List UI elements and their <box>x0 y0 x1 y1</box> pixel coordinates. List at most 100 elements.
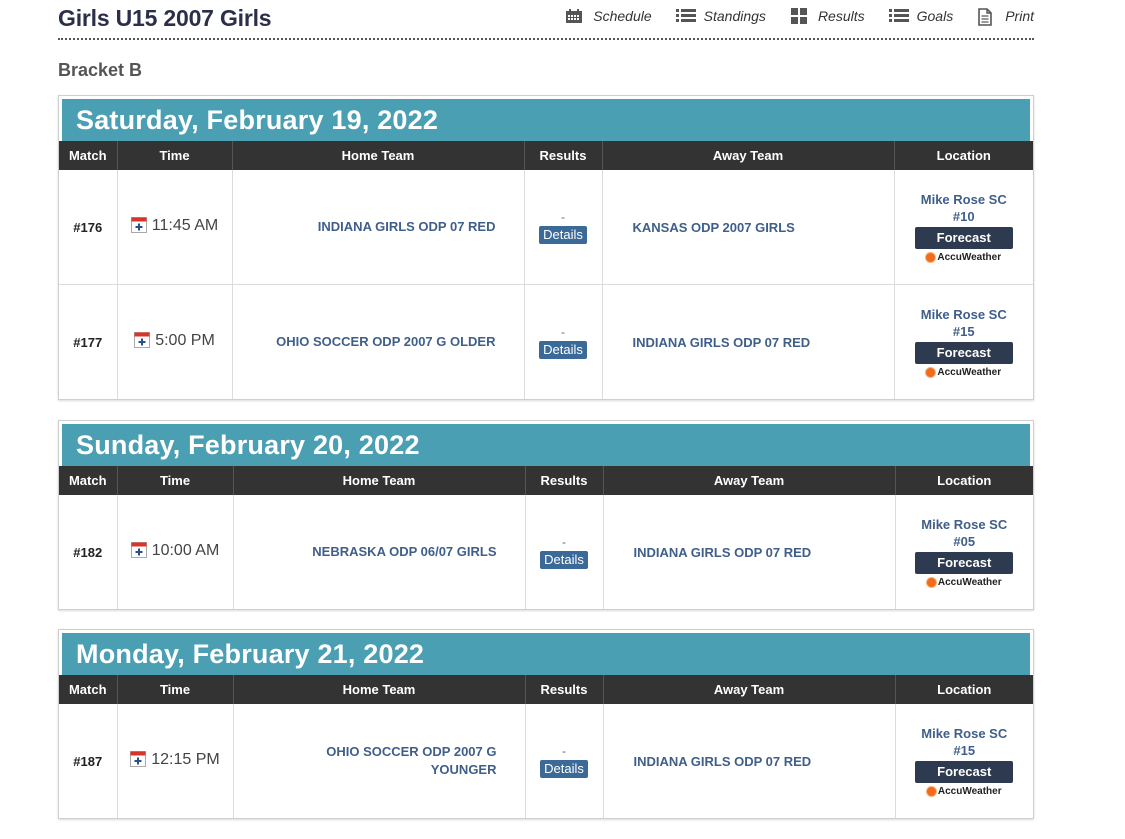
table-header-row: Match Time Home Team Results Away Team L… <box>59 141 1033 170</box>
table-header-row: Match Time Home Team Results Away Team L… <box>59 675 1033 704</box>
page-header: Girls U15 2007 Girls Schedule Standings … <box>58 0 1034 40</box>
add-to-calendar-icon[interactable] <box>130 750 147 767</box>
match-number: #176 <box>59 170 118 285</box>
away-team-link[interactable]: INDIANA GIRLS ODP 07 RED <box>603 704 896 818</box>
nav-print-label: Print <box>1005 8 1034 24</box>
home-team-link[interactable]: NEBRASKA ODP 06/07 GIRLS <box>233 495 526 609</box>
schedule-table: Match Time Home Team Results Away Team L… <box>59 466 1033 609</box>
home-team-line2: YOUNGER <box>430 762 497 777</box>
location-link[interactable]: Mike Rose SC #15 <box>895 306 1034 340</box>
col-home-team: Home Team <box>232 141 525 170</box>
location-link[interactable]: Mike Rose SC #15 <box>896 725 1034 759</box>
game-score: - <box>562 744 566 758</box>
add-to-calendar-icon[interactable] <box>130 541 147 558</box>
location-name: Mike Rose SC <box>921 726 1008 741</box>
accuweather-logo: AccuWeather <box>896 786 1034 797</box>
list-icon <box>888 8 909 24</box>
col-results: Results <box>525 675 604 704</box>
results-cell: - Details <box>524 284 603 399</box>
field-number: #05 <box>953 534 976 549</box>
field-number: #15 <box>953 743 976 758</box>
location-cell: Mike Rose SC #15 Forecast AccuWeather <box>894 285 1033 400</box>
details-button[interactable]: Details <box>540 760 588 778</box>
nav-results-label: Results <box>817 8 865 24</box>
col-away-team: Away Team <box>602 141 895 170</box>
location-name: Mike Rose SC <box>920 192 1007 207</box>
nav-schedule[interactable]: Schedule <box>565 8 652 24</box>
table-row: #187 12:15 PM OHIO SOCCER ODP 2007 G YOU… <box>59 704 1033 818</box>
col-location: Location <box>894 141 1033 170</box>
time-cell: 5:00 PM <box>117 284 233 399</box>
match-number: #177 <box>59 284 118 399</box>
results-cell: - Details <box>525 704 604 818</box>
game-time: 10:00 AM <box>151 541 220 559</box>
col-time: Time <box>117 141 233 170</box>
schedule-table: Match Time Home Team Results Away Team L… <box>59 675 1033 818</box>
schedule-table: Match Time Home Team Results Away Team L… <box>59 141 1033 399</box>
day-block: Saturday, February 19, 2022 Match Time H… <box>58 95 1034 400</box>
home-team-link[interactable]: OHIO SOCCER ODP 2007 G OLDER <box>232 284 525 399</box>
col-time: Time <box>117 675 234 704</box>
home-team-link[interactable]: OHIO SOCCER ODP 2007 G YOUNGER <box>233 704 526 818</box>
forecast-button[interactable]: Forecast <box>915 552 1014 574</box>
day-header: Sunday, February 20, 2022 <box>62 424 1030 466</box>
match-number: #187 <box>59 704 118 818</box>
location-name: Mike Rose SC <box>920 307 1007 322</box>
forecast-button[interactable]: Forecast <box>914 342 1013 364</box>
col-match: Match <box>59 141 118 170</box>
sun-icon <box>926 787 936 796</box>
results-cell: - Details <box>525 495 604 609</box>
field-number: #10 <box>952 209 975 224</box>
game-score: - <box>561 325 565 339</box>
page-title: Girls U15 2007 Girls <box>58 5 272 31</box>
nav-standings[interactable]: Standings <box>675 8 766 24</box>
away-team-link[interactable]: KANSAS ODP 2007 GIRLS <box>602 170 895 285</box>
col-results: Results <box>525 466 604 495</box>
accuweather-label: AccuWeather <box>937 252 1002 263</box>
add-to-calendar-icon[interactable] <box>130 216 147 233</box>
accuweather-label: AccuWeather <box>937 367 1002 378</box>
match-number: #182 <box>59 495 118 609</box>
game-time: 11:45 AM <box>151 216 219 234</box>
details-button[interactable]: Details <box>540 551 588 569</box>
location-link[interactable]: Mike Rose SC #05 <box>896 516 1034 550</box>
away-team-link[interactable]: INDIANA GIRLS ODP 07 RED <box>602 284 895 399</box>
day-block: Sunday, February 20, 2022 Match Time Hom… <box>58 420 1034 610</box>
sun-icon <box>926 578 936 587</box>
accuweather-logo: AccuWeather <box>895 252 1034 263</box>
bracket-title: Bracket B <box>58 60 143 80</box>
top-nav: Schedule Standings Results Goals Print <box>565 8 1034 26</box>
nav-results[interactable]: Results <box>790 8 865 24</box>
nav-goals-label: Goals <box>916 8 954 24</box>
forecast-button[interactable]: Forecast <box>914 227 1013 249</box>
col-away-team: Away Team <box>603 675 896 704</box>
time-cell: 11:45 AM <box>117 170 233 285</box>
accuweather-logo: AccuWeather <box>896 577 1034 588</box>
col-away-team: Away Team <box>603 466 896 495</box>
accuweather-label: AccuWeather <box>937 577 1002 588</box>
location-link[interactable]: Mike Rose SC #10 <box>895 191 1034 225</box>
col-time: Time <box>117 466 234 495</box>
location-cell: Mike Rose SC #05 Forecast AccuWeather <box>895 495 1033 609</box>
forecast-button[interactable]: Forecast <box>915 761 1014 783</box>
game-score: - <box>562 535 566 549</box>
col-home-team: Home Team <box>233 466 526 495</box>
details-button[interactable]: Details <box>539 341 587 359</box>
home-team-link[interactable]: INDIANA GIRLS ODP 07 RED <box>232 170 525 285</box>
nav-goals[interactable]: Goals <box>888 8 954 24</box>
col-location: Location <box>895 466 1033 495</box>
col-match: Match <box>59 466 118 495</box>
nav-print[interactable]: Print <box>977 8 1034 26</box>
location-cell: Mike Rose SC #15 Forecast AccuWeather <box>895 704 1033 818</box>
sun-icon <box>926 253 936 262</box>
nav-schedule-label: Schedule <box>593 8 652 24</box>
col-home-team: Home Team <box>233 675 526 704</box>
table-row: #182 10:00 AM NEBRASKA ODP 06/07 GIRLS -… <box>59 495 1033 609</box>
accuweather-label: AccuWeather <box>937 786 1002 797</box>
add-to-calendar-icon[interactable] <box>134 331 151 348</box>
details-button[interactable]: Details <box>539 226 587 244</box>
location-name: Mike Rose SC <box>921 517 1008 532</box>
away-team-link[interactable]: INDIANA GIRLS ODP 07 RED <box>603 495 896 609</box>
sun-icon <box>926 368 936 377</box>
game-time: 12:15 PM <box>151 750 220 768</box>
